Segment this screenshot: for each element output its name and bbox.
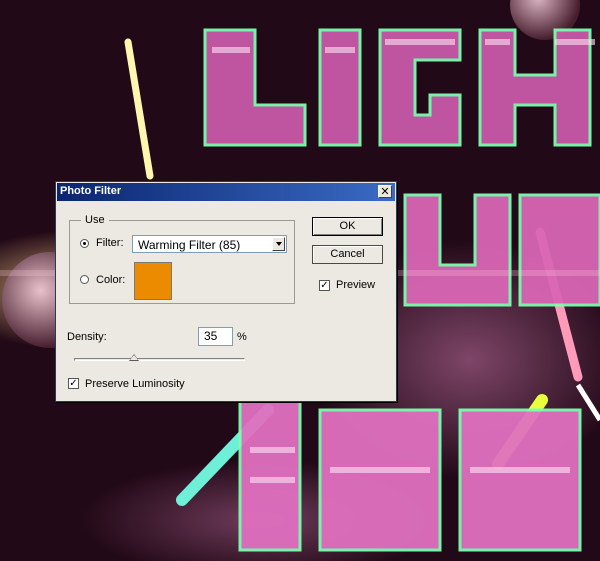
density-label: Density: [67, 331, 107, 343]
close-button[interactable]: ✕ [378, 185, 392, 198]
preview-label: Preview [336, 279, 376, 291]
filter-radio[interactable] [80, 239, 89, 248]
preserve-luminosity-checkbox[interactable]: ✓ [68, 378, 79, 389]
use-groupbox [69, 220, 295, 304]
filter-label: Filter: [96, 237, 124, 249]
density-input[interactable]: 35 [198, 327, 233, 346]
filter-select-value: Warming Filter (85) [138, 238, 241, 252]
ok-button[interactable]: OK [312, 217, 383, 236]
color-radio[interactable] [80, 275, 89, 284]
use-group-label: Use [81, 214, 109, 226]
filter-select[interactable]: Warming Filter (85) [132, 235, 287, 253]
density-slider-track[interactable] [74, 358, 245, 361]
density-slider-thumb[interactable] [128, 354, 139, 361]
cancel-button[interactable]: Cancel [312, 245, 383, 264]
photo-filter-dialog: Photo Filter ✕ Use Filter: Warming Filte… [55, 181, 397, 402]
close-icon: ✕ [380, 185, 390, 198]
dialog-titlebar[interactable]: Photo Filter ✕ [57, 183, 395, 201]
dialog-title: Photo Filter [60, 185, 122, 197]
color-swatch[interactable] [134, 262, 172, 300]
preserve-luminosity-label: Preserve Luminosity [85, 378, 185, 390]
color-label: Color: [96, 274, 126, 286]
chevron-down-icon[interactable] [272, 237, 285, 251]
preview-checkbox[interactable]: ✓ [319, 280, 330, 291]
density-unit: % [237, 331, 247, 343]
